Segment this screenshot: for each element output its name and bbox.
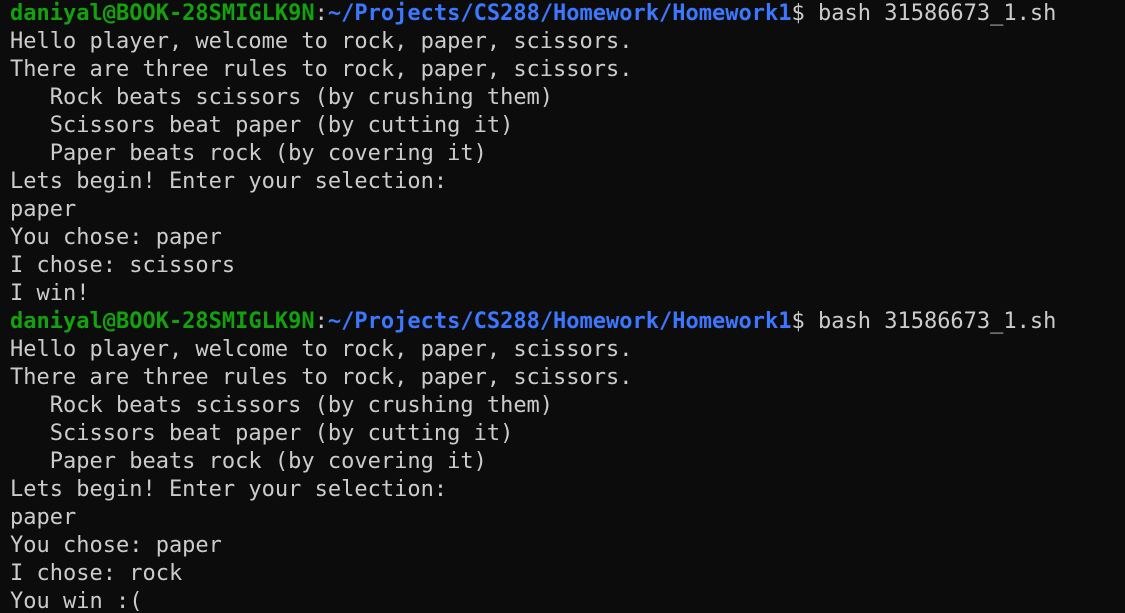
output-line: I chose: scissors <box>10 253 236 278</box>
output-line: Rock beats scissors (by crushing them) <box>10 393 554 418</box>
prompt-user-host: daniyal@BOOK-28SMIGLK9N <box>10 309 315 334</box>
output-line: There are three rules to rock, paper, sc… <box>10 57 633 82</box>
prompt-separator: : <box>314 309 328 334</box>
prompt-line: daniyal@BOOK-28SMIGLK9N:~/Projects/CS288… <box>10 308 1125 336</box>
prompt-line: daniyal@BOOK-28SMIGLK9N:~/Projects/CS288… <box>10 0 1125 28</box>
output-line: I chose: rock <box>10 561 183 586</box>
prompt-separator: : <box>314 1 328 26</box>
user-input-line: paper <box>10 505 77 530</box>
prompt-symbol: $ <box>791 1 818 26</box>
output-line: Paper beats rock (by covering it) <box>10 141 487 166</box>
prompt-command: bash 31586673_1.sh <box>817 309 1057 334</box>
output-line: Lets begin! Enter your selection: <box>10 477 448 502</box>
output-line: Scissors beat paper (by cutting it) <box>10 113 514 138</box>
output-line: I win! <box>10 281 90 306</box>
output-line: Rock beats scissors (by crushing them) <box>10 85 554 110</box>
prompt-path: ~/Projects/CS288/Homework/Homework1 <box>327 1 792 26</box>
output-line: Lets begin! Enter your selection: <box>10 169 448 194</box>
output-line: Paper beats rock (by covering it) <box>10 449 487 474</box>
prompt-user-host: daniyal@BOOK-28SMIGLK9N <box>10 1 315 26</box>
prompt-path: ~/Projects/CS288/Homework/Homework1 <box>327 309 792 334</box>
prompt-symbol: $ <box>791 309 818 334</box>
output-line: Hello player, welcome to rock, paper, sc… <box>10 337 633 362</box>
output-line: You chose: paper <box>10 533 222 558</box>
output-line: Hello player, welcome to rock, paper, sc… <box>10 29 633 54</box>
terminal-window[interactable]: daniyal@BOOK-28SMIGLK9N:~/Projects/CS288… <box>0 0 1125 613</box>
user-input-line: paper <box>10 197 77 222</box>
output-line: You win :( <box>10 589 143 613</box>
output-line: There are three rules to rock, paper, sc… <box>10 365 633 390</box>
prompt-command: bash 31586673_1.sh <box>817 1 1057 26</box>
output-line: Scissors beat paper (by cutting it) <box>10 421 514 446</box>
output-line: You chose: paper <box>10 225 222 250</box>
